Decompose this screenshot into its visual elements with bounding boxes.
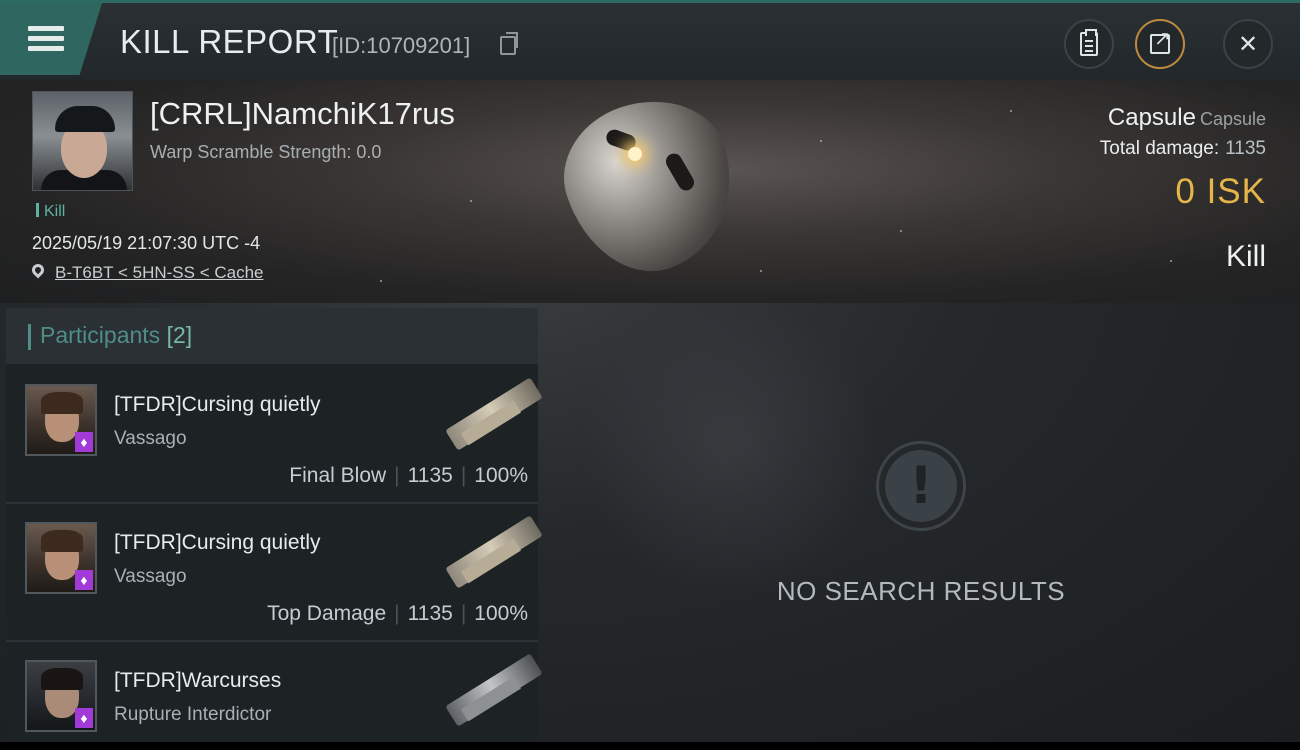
victim-avatar[interactable] <box>32 91 133 191</box>
faction-watermark <box>582 298 882 598</box>
ship-name: Capsule <box>1107 104 1196 131</box>
participant-percent: 100% <box>474 464 528 487</box>
header-bar: KILL REPORT [ID:10709201] ✕ <box>0 0 1300 80</box>
clipboard-icon <box>1080 29 1098 56</box>
participant-ship-image <box>434 512 543 598</box>
ship-class: Capsule <box>1199 109 1266 129</box>
participants-header: Participants [2] <box>6 308 538 364</box>
victim-banner: [CRRL]NamchiK17rus Warp Scramble Strengt… <box>0 80 1300 303</box>
participant-stats: Final Blow | 1135 | 100% <box>289 464 528 487</box>
total-damage-value: 1135 <box>1225 138 1266 159</box>
menu-button[interactable] <box>0 3 102 75</box>
participant-damage: 1135 <box>407 602 453 625</box>
kill-datetime: 2025/05/19 21:07:30 UTC -4 <box>32 233 261 253</box>
participant-avatar[interactable]: ♦ <box>25 660 97 732</box>
isk-value: 0 ISK <box>1175 172 1266 211</box>
hamburger-icon <box>28 26 64 31</box>
participant-name: [TFDR]Cursing quietly <box>114 531 321 554</box>
page-title: KILL REPORT <box>120 23 339 60</box>
total-damage: Total damage: 1135 <box>1100 138 1266 160</box>
participants-panel: Participants [2] ♦ [TFDR]Cursing quietly… <box>6 308 543 742</box>
participant-avatar[interactable]: ♦ <box>25 522 97 594</box>
victim-ship-type: Capsule Capsule <box>1108 104 1266 132</box>
participant-stats: Top Damage | 1135 | 100% <box>267 602 528 625</box>
participant-name: [TFDR]Warcurses <box>114 669 282 692</box>
result-label: Kill <box>1225 240 1266 273</box>
participant-damage: 1135 <box>407 464 453 487</box>
corp-badge-icon: ♦ <box>75 570 93 590</box>
share-button[interactable] <box>1135 19 1185 69</box>
empty-state-message: NO SEARCH RESULTS <box>776 576 1066 606</box>
corp-badge-icon: ♦ <box>75 708 93 728</box>
location-pin-icon <box>29 261 47 279</box>
close-button[interactable]: ✕ <box>1223 19 1273 69</box>
warp-scramble-strength: Warp Scramble Strength: 0.0 <box>150 142 382 162</box>
participant-ship: Vassago <box>114 566 187 587</box>
participant-row[interactable]: ♦ [TFDR]Cursing quietly Vassago Top Dama… <box>6 504 543 642</box>
participant-name: [TFDR]Cursing quietly <box>114 393 321 416</box>
participant-row[interactable]: ♦ [TFDR]Warcurses Rupture Interdictor <box>6 642 543 742</box>
participant-ship-image <box>434 650 543 736</box>
participant-role: Top Damage <box>267 602 387 625</box>
export-icon <box>1150 26 1171 54</box>
victim-name[interactable]: [CRRL]NamchiK17rus <box>150 96 455 132</box>
participant-role: Final Blow <box>289 464 387 487</box>
participant-avatar[interactable]: ♦ <box>25 384 97 456</box>
report-id: [ID:10709201] <box>332 33 471 58</box>
total-damage-label: Total damage: <box>1099 138 1220 159</box>
copy-icon[interactable] <box>500 32 518 55</box>
location-link[interactable]: B-T6BT < 5HN-SS < Cache <box>55 263 264 283</box>
participants-count: [2] <box>166 322 193 348</box>
exclamation-icon: ! <box>876 441 966 531</box>
clipboard-button[interactable] <box>1064 19 1114 69</box>
participant-ship: Vassago <box>114 428 187 449</box>
kill-report-window: KILL REPORT [ID:10709201] ✕ [CRRL]Namchi… <box>0 0 1300 742</box>
participant-row[interactable]: ♦ [TFDR]Cursing quietly Vassago Final Bl… <box>6 366 543 504</box>
participants-title: Participants [2] <box>28 322 193 350</box>
kill-tag: Kill <box>36 203 65 221</box>
participant-percent: 100% <box>474 602 528 625</box>
participant-ship-image <box>434 374 543 460</box>
close-icon: ✕ <box>1237 30 1259 58</box>
capsule-ship-image <box>546 80 755 292</box>
corp-badge-icon: ♦ <box>75 432 93 452</box>
participant-ship: Rupture Interdictor <box>114 704 272 725</box>
results-panel: ! NO SEARCH RESULTS <box>542 298 1300 742</box>
